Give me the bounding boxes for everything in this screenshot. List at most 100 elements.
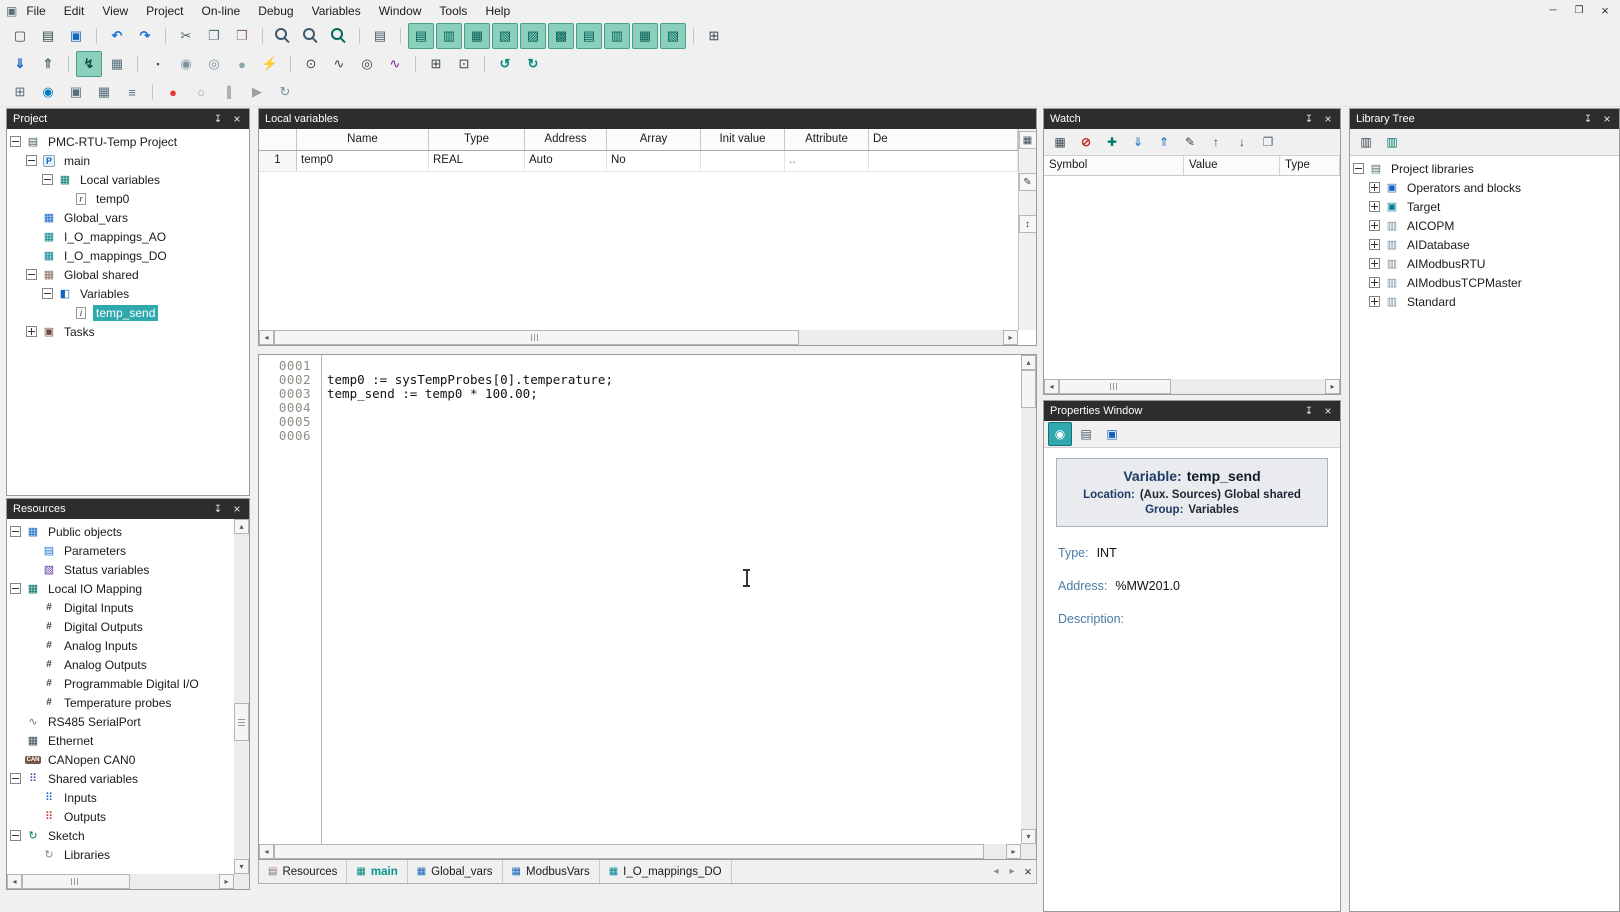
expander-icon[interactable] bbox=[10, 526, 21, 537]
tree-item[interactable]: Ethernet bbox=[7, 731, 234, 750]
close-icon[interactable] bbox=[1601, 112, 1613, 126]
code-area[interactable]: 0001 0002 temp0 := sysTempProbes[0].temp… bbox=[259, 355, 1021, 844]
tree-item[interactable]: Sketch bbox=[7, 826, 234, 845]
scrollbar-thumb[interactable] bbox=[274, 330, 799, 345]
navigate-back-icon[interactable] bbox=[492, 51, 518, 77]
tree-item[interactable]: temp0 bbox=[7, 189, 249, 208]
minimize-icon[interactable] bbox=[1542, 2, 1564, 18]
menu-item[interactable]: Tools bbox=[430, 2, 476, 20]
watch-list-empty[interactable] bbox=[1044, 176, 1340, 379]
expander-icon[interactable] bbox=[1369, 201, 1380, 212]
ld-editor-toggle-icon[interactable] bbox=[436, 23, 462, 49]
scrollbar-thumb[interactable] bbox=[234, 703, 249, 741]
properties-window-toggle-icon[interactable] bbox=[660, 23, 686, 49]
tree-item[interactable]: Parameters bbox=[7, 541, 234, 560]
tree-item[interactable]: PMC-RTU-Temp Project bbox=[7, 132, 249, 151]
tree-item[interactable]: Inputs bbox=[7, 788, 234, 807]
lv-grid-icon[interactable] bbox=[1019, 131, 1037, 149]
watch-table-icon[interactable] bbox=[1048, 130, 1072, 154]
sep[interactable] bbox=[411, 53, 420, 75]
tree-item[interactable]: AIDatabase bbox=[1350, 235, 1619, 254]
column-header[interactable]: Address bbox=[525, 129, 607, 150]
library-panel-titlebar[interactable]: Library Tree bbox=[1350, 109, 1619, 129]
close-icon[interactable] bbox=[231, 502, 243, 516]
scrollbar-track[interactable] bbox=[1021, 370, 1036, 829]
expander-icon[interactable] bbox=[1353, 163, 1364, 174]
local-variables-titlebar[interactable]: Local variables bbox=[259, 109, 1036, 129]
tree-item[interactable]: Local variables bbox=[7, 170, 249, 189]
tree-item[interactable]: AIModbusTCPMaster bbox=[1350, 273, 1619, 292]
table-view-icon[interactable] bbox=[451, 51, 477, 77]
debug-watch-icon[interactable] bbox=[91, 79, 117, 105]
vars-editor-toggle-icon[interactable] bbox=[520, 23, 546, 49]
menu-item[interactable]: Variables bbox=[303, 2, 370, 20]
search-in-project-icon[interactable] bbox=[326, 23, 352, 49]
power-icon[interactable] bbox=[1048, 422, 1072, 446]
expander-icon[interactable] bbox=[42, 288, 53, 299]
prev-tab-icon[interactable] bbox=[988, 860, 1004, 883]
new-sheet-icon[interactable] bbox=[7, 23, 33, 49]
lv-edit-icon[interactable] bbox=[1019, 173, 1037, 191]
tree-item[interactable]: main bbox=[7, 151, 249, 170]
st-editor-toggle-icon[interactable] bbox=[408, 23, 434, 49]
expander-icon[interactable] bbox=[26, 326, 37, 337]
undo-icon[interactable] bbox=[104, 23, 130, 49]
compile-icon[interactable] bbox=[173, 51, 199, 77]
tree-item[interactable]: temp_send bbox=[7, 303, 249, 322]
properties-panel-titlebar[interactable]: Properties Window bbox=[1044, 401, 1340, 421]
column-header[interactable]: Value bbox=[1184, 156, 1280, 175]
tree-item[interactable]: Public objects bbox=[7, 522, 234, 541]
scrollbar-track[interactable] bbox=[274, 844, 1006, 859]
editor-tab[interactable]: ModbusVars bbox=[503, 860, 600, 883]
tree-item[interactable]: Analog Inputs bbox=[7, 636, 234, 655]
project-panel-titlebar[interactable]: Project bbox=[7, 109, 249, 129]
print-icon[interactable] bbox=[367, 23, 393, 49]
tree-item[interactable]: Digital Inputs bbox=[7, 598, 234, 617]
scroll-left-icon[interactable] bbox=[259, 330, 274, 345]
expander-icon[interactable] bbox=[26, 269, 37, 280]
pin-icon[interactable] bbox=[212, 504, 224, 515]
expander-icon[interactable] bbox=[10, 583, 21, 594]
clear-watch-icon[interactable] bbox=[1074, 130, 1098, 154]
output-window-toggle-icon[interactable] bbox=[632, 23, 658, 49]
save-project-icon[interactable] bbox=[63, 23, 89, 49]
scroll-left-icon[interactable] bbox=[1044, 379, 1059, 394]
search-next-icon[interactable] bbox=[298, 23, 324, 49]
scroll-left-icon[interactable] bbox=[7, 874, 22, 889]
graphic-trigger-icon[interactable] bbox=[382, 51, 408, 77]
add-symbol-icon[interactable] bbox=[1100, 130, 1124, 154]
pause-icon[interactable] bbox=[216, 79, 242, 105]
grid-view-icon[interactable] bbox=[423, 51, 449, 77]
sep[interactable] bbox=[92, 25, 101, 47]
workspace-layout-icon[interactable] bbox=[701, 23, 727, 49]
redo-icon[interactable] bbox=[132, 23, 158, 49]
tree-item[interactable]: Status variables bbox=[7, 560, 234, 579]
load-watchlist-icon[interactable] bbox=[1152, 130, 1176, 154]
copy-icon[interactable] bbox=[201, 23, 227, 49]
tree-item[interactable]: Outputs bbox=[7, 807, 234, 826]
tree-item[interactable]: Temperature probes bbox=[7, 693, 234, 712]
scroll-up-icon[interactable] bbox=[1021, 355, 1036, 370]
code-download-icon[interactable] bbox=[7, 51, 33, 77]
simulation-icon[interactable] bbox=[104, 51, 130, 77]
editor-tab[interactable]: Global_vars bbox=[408, 860, 503, 883]
flash-icon[interactable] bbox=[257, 51, 283, 77]
scroll-up-icon[interactable] bbox=[234, 519, 249, 534]
sep[interactable] bbox=[64, 53, 73, 75]
tree-item[interactable]: CANopen CAN0 bbox=[7, 750, 234, 769]
next-tab-icon[interactable] bbox=[1004, 860, 1020, 883]
pin-icon[interactable] bbox=[1303, 114, 1315, 125]
tree-item[interactable]: AICOPM bbox=[1350, 216, 1619, 235]
target-info-icon[interactable] bbox=[298, 51, 324, 77]
scrollbar-track[interactable] bbox=[234, 534, 249, 859]
column-header[interactable]: Type bbox=[429, 129, 525, 150]
quick-connect-icon[interactable] bbox=[35, 79, 61, 105]
scrollbar-track[interactable] bbox=[1059, 379, 1325, 394]
expander-icon[interactable] bbox=[1369, 182, 1380, 193]
sep[interactable] bbox=[355, 25, 364, 47]
run-icon[interactable] bbox=[244, 79, 270, 105]
column-header[interactable] bbox=[259, 129, 297, 150]
tree-item[interactable]: Shared variables bbox=[7, 769, 234, 788]
sep[interactable] bbox=[161, 25, 170, 47]
column-header[interactable]: Array bbox=[607, 129, 701, 150]
